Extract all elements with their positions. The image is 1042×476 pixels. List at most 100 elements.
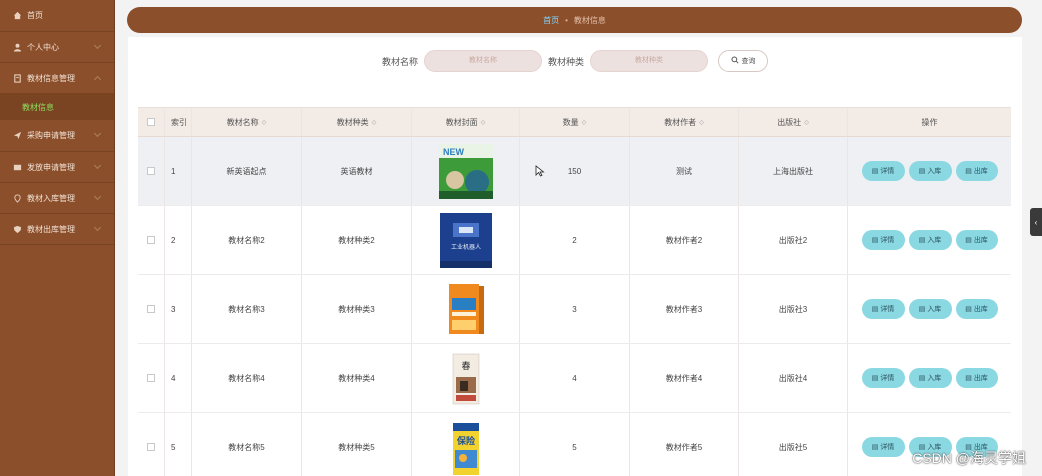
document-icon: ▤ bbox=[965, 168, 972, 175]
textbook-table: 索引 教材名称 ◇ 教材种类 ◇ 教材封面 ◇ 数量 ◇ 教材作者 ◇ 出版社 ◇ 操作 1… bbox=[138, 107, 1011, 476]
chevron-left-icon: ‹ bbox=[1034, 217, 1038, 227]
sidebar-item-textbook-mgmt[interactable]: 教材信息管理 bbox=[0, 63, 114, 94]
sidebar-item-purchase-mgmt[interactable]: 采购申请管理 bbox=[0, 120, 114, 152]
sort-icon[interactable]: ◇ bbox=[262, 119, 267, 126]
cover-image[interactable]: 保险 bbox=[439, 420, 493, 475]
document-icon: ▤ bbox=[871, 375, 879, 382]
sidebar-item-in-mgmt[interactable]: 教材入库管理 bbox=[0, 183, 114, 214]
chevron-down-icon bbox=[93, 161, 102, 170]
stock-out-button[interactable]: ▤ 出库 bbox=[955, 368, 998, 388]
row-checkbox-cell bbox=[138, 275, 165, 343]
header-index: 索引 bbox=[165, 108, 192, 136]
detail-button[interactable]: ▤ 详情 bbox=[861, 368, 905, 388]
header-author-label: 教材作者 bbox=[664, 117, 697, 127]
sidebar-item-label: 教材信息管理 bbox=[27, 73, 75, 83]
row-checkbox[interactable] bbox=[147, 236, 155, 244]
table-row[interactable]: 5 教材名称5 教材种类5 保险 5 教材作者5 出版社5 ▤ 详情 ▤ 入库 … bbox=[138, 413, 1011, 476]
row-actions: ▤ 详情 ▤ 入库 ▤ 出库 bbox=[848, 137, 1011, 205]
row-type: 教材种类5 bbox=[302, 413, 412, 476]
row-name: 教材名称5 bbox=[192, 413, 302, 476]
row-author: 教材作者3 bbox=[630, 275, 739, 343]
stock-out-button-label: 出库 bbox=[973, 237, 988, 244]
table-row[interactable]: 1 新英语起点 英语教材 NEW 150 测试 上海出版社 ▤ 详情 ▤ 入库 … bbox=[138, 137, 1011, 206]
sidebar-item-out-mgmt[interactable]: 教材出库管理 bbox=[0, 214, 114, 245]
header-cover[interactable]: 教材封面 ◇ bbox=[412, 108, 520, 136]
sort-icon[interactable]: ◇ bbox=[582, 119, 587, 126]
stock-out-button[interactable]: ▤ 出库 bbox=[955, 230, 998, 250]
header-actions: 操作 bbox=[848, 108, 1011, 136]
detail-button[interactable]: ▤ 详情 bbox=[861, 230, 905, 250]
cover-image[interactable]: 春 bbox=[439, 351, 493, 406]
row-index: 2 bbox=[165, 206, 192, 274]
cover-title-text: 保险 bbox=[455, 435, 475, 447]
cover-image[interactable]: 工业机器人 bbox=[439, 212, 493, 268]
header-actions-label: 操作 bbox=[921, 117, 938, 127]
row-type: 教材种类2 bbox=[302, 206, 412, 274]
home-icon bbox=[12, 11, 22, 21]
header-author[interactable]: 教材作者 ◇ bbox=[630, 108, 739, 136]
sidebar-item-label: 教材出库管理 bbox=[27, 224, 75, 234]
name-search-input[interactable]: 教材名称 bbox=[424, 50, 542, 72]
sidebar-subitem-label: 教材信息 bbox=[22, 102, 54, 112]
chevron-down-icon bbox=[93, 129, 102, 138]
side-panel-toggle[interactable]: ‹ bbox=[1030, 208, 1042, 236]
header-index-label: 索引 bbox=[171, 117, 187, 127]
row-checkbox[interactable] bbox=[147, 305, 155, 313]
detail-button[interactable]: ▤ 详情 bbox=[861, 161, 905, 181]
cover-title-text: NEW bbox=[443, 147, 465, 157]
detail-button[interactable]: ▤ 详情 bbox=[861, 437, 905, 457]
table-row[interactable]: 3 教材名称3 教材种类3 3 教材作者3 出版社3 ▤ 详情 ▤ 入库 ▤ 出… bbox=[138, 275, 1011, 344]
detail-button[interactable]: ▤ 详情 bbox=[861, 299, 905, 319]
row-cover bbox=[412, 275, 520, 343]
row-checkbox[interactable] bbox=[147, 374, 155, 382]
stock-out-button-label: 出库 bbox=[973, 306, 988, 313]
row-cover: 春 bbox=[412, 344, 520, 412]
row-quantity: 4 bbox=[520, 344, 630, 412]
stock-out-button[interactable]: ▤ 出库 bbox=[955, 161, 998, 181]
row-author: 教材作者5 bbox=[630, 413, 739, 476]
sort-icon[interactable]: ◇ bbox=[372, 119, 377, 126]
header-name[interactable]: 教材名称 ◇ bbox=[192, 108, 302, 136]
chevron-down-icon bbox=[93, 223, 102, 232]
sidebar-item-label: 首页 bbox=[27, 11, 43, 20]
stock-out-button[interactable]: ▤ 出库 bbox=[955, 299, 998, 319]
row-quantity: 5 bbox=[520, 413, 630, 476]
row-checkbox-cell bbox=[138, 137, 165, 205]
type-search-input[interactable]: 教材种类 bbox=[590, 50, 709, 72]
cover-image[interactable] bbox=[439, 282, 493, 337]
table-row[interactable]: 4 教材名称4 教材种类4 春 4 教材作者4 出版社4 ▤ 详情 ▤ 入库 ▤… bbox=[138, 344, 1011, 413]
name-label: 教材名称 bbox=[381, 56, 418, 67]
breadcrumb-home-link[interactable]: 首页 bbox=[543, 15, 559, 26]
row-publisher: 出版社3 bbox=[739, 275, 848, 343]
header-type[interactable]: 教材种类 ◇ bbox=[302, 108, 412, 136]
sort-icon[interactable]: ◇ bbox=[481, 119, 486, 126]
stock-in-button[interactable]: ▤ 入库 bbox=[908, 230, 952, 250]
row-checkbox[interactable] bbox=[147, 167, 155, 175]
sidebar: 首页 个人中心 教材信息管理 教材信息 采购申请管理 发放申请管理 教材入库管理… bbox=[0, 0, 115, 476]
cover-image[interactable]: NEW bbox=[438, 143, 493, 199]
stock-in-button[interactable]: ▤ 入库 bbox=[908, 368, 952, 388]
detail-button-label: 详情 bbox=[880, 306, 895, 313]
select-all-checkbox[interactable] bbox=[147, 118, 155, 126]
sidebar-subitem-textbook-info[interactable]: 教材信息 bbox=[0, 94, 114, 120]
sort-icon[interactable]: ◇ bbox=[699, 119, 704, 126]
stock-in-button-label: 入库 bbox=[927, 306, 942, 313]
row-publisher: 出版社5 bbox=[739, 413, 848, 476]
document-icon: ▤ bbox=[918, 168, 926, 175]
query-button[interactable]: 查询 bbox=[718, 50, 769, 72]
sort-icon[interactable]: ◇ bbox=[804, 119, 809, 126]
document-icon: ▤ bbox=[918, 306, 926, 313]
row-index: 1 bbox=[165, 137, 192, 205]
document-icon: ▤ bbox=[871, 237, 879, 244]
detail-button-label: 详情 bbox=[880, 168, 895, 175]
sidebar-item-issue-mgmt[interactable]: 发放申请管理 bbox=[0, 152, 114, 183]
sidebar-item-home[interactable]: 首页 bbox=[0, 0, 114, 32]
stock-in-button[interactable]: ▤ 入库 bbox=[908, 299, 952, 319]
header-quantity[interactable]: 数量 ◇ bbox=[520, 108, 630, 136]
main-panel: 教材名称 教材名称 教材种类 教材种类 查询 索引 教材名称 ◇ 教材种类 ◇ 教材… bbox=[128, 37, 1022, 476]
stock-in-button[interactable]: ▤ 入库 bbox=[908, 161, 952, 181]
table-row[interactable]: 2 教材名称2 教材种类2 工业机器人 2 教材作者2 出版社2 ▤ 详情 ▤ … bbox=[138, 206, 1011, 275]
sidebar-item-personal[interactable]: 个人中心 bbox=[0, 32, 114, 63]
header-publisher[interactable]: 出版社 ◇ bbox=[739, 108, 848, 136]
row-checkbox[interactable] bbox=[147, 443, 155, 451]
